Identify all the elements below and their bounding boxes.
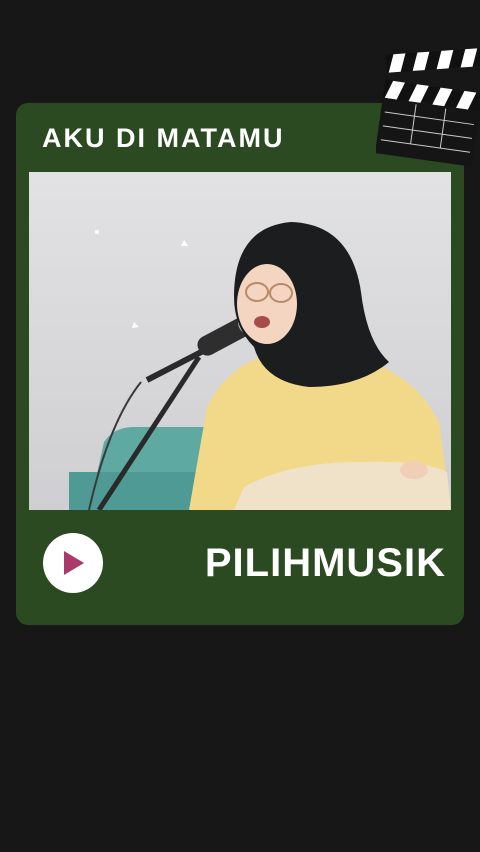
video-thumbnail[interactable] bbox=[29, 172, 451, 510]
singer-illustration bbox=[29, 172, 451, 510]
play-button[interactable] bbox=[43, 533, 103, 593]
play-icon bbox=[64, 551, 84, 575]
song-title: AKU DI MATAMU bbox=[42, 123, 285, 153]
brand-name: PILIHMUSIK bbox=[204, 541, 446, 585]
music-card: AKU DI MATAMU PILIHMUSIK bbox=[16, 103, 464, 625]
clapperboard-icon bbox=[374, 46, 480, 168]
